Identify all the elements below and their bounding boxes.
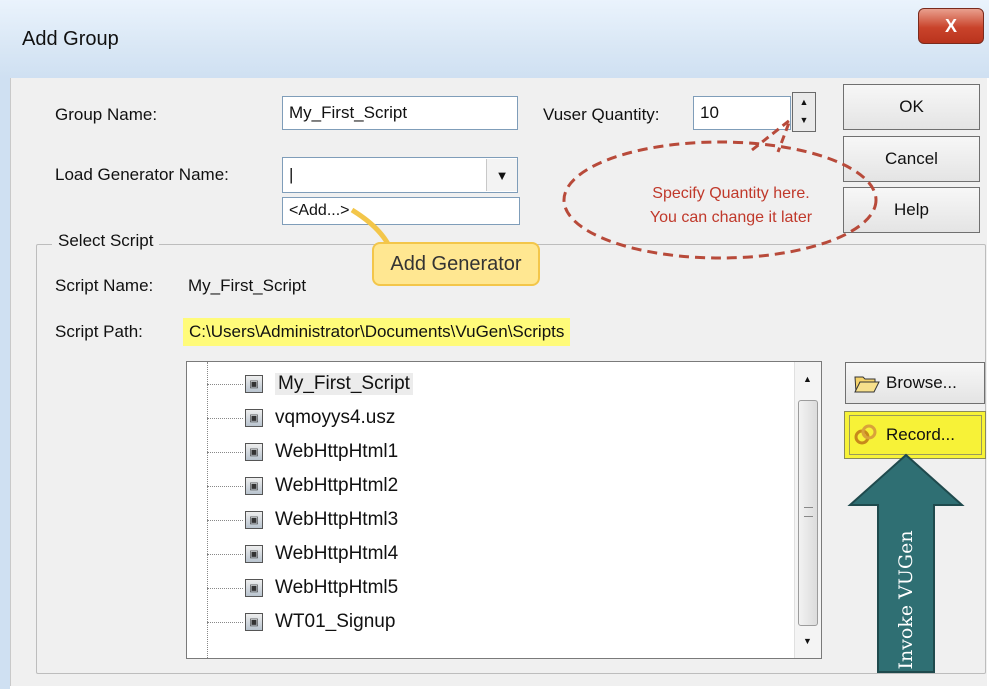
invoke-vugen-label: Invoke VUGen (895, 530, 917, 670)
callout-line-1: Specify Quantity here. (652, 185, 810, 202)
add-generator-tag: Add Generator (372, 242, 540, 286)
callout-line-2: You can change it later (649, 209, 813, 226)
quantity-callout: Specify Quantity here. You can change it… (606, 182, 856, 230)
tag-pointer (350, 207, 391, 246)
annotation-overlay (350, 115, 965, 673)
